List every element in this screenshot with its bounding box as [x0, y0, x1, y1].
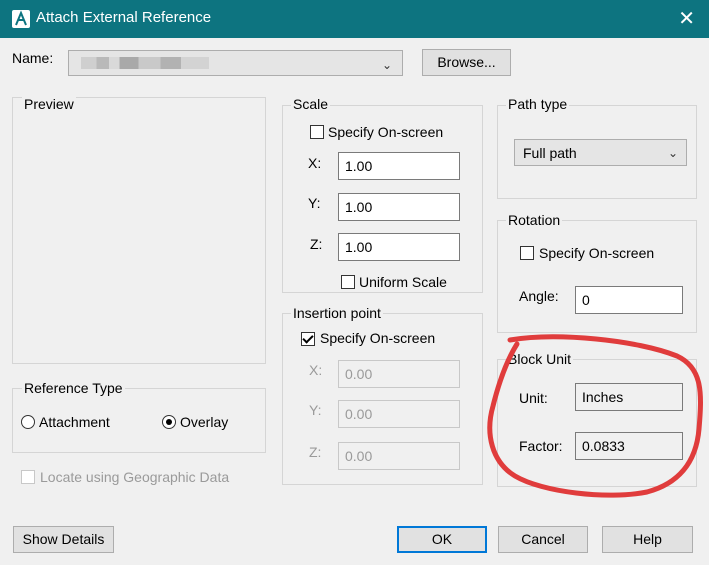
- insertion-x-input[interactable]: 0.00: [338, 360, 460, 388]
- scale-x-label: X:: [308, 155, 322, 171]
- insertion-y-input[interactable]: 0.00: [338, 400, 460, 428]
- rotation-specify-checkbox[interactable]: [520, 246, 534, 260]
- block-unit-group: [497, 359, 697, 487]
- preview-panel: [12, 97, 266, 364]
- name-blurred-text: [81, 57, 209, 69]
- angle-input[interactable]: 0: [575, 286, 683, 314]
- preview-title: Preview: [22, 96, 76, 112]
- insertion-specify-label: Specify On-screen: [320, 330, 436, 346]
- overlay-radio[interactable]: [162, 415, 176, 429]
- unit-label: Unit:: [519, 390, 548, 406]
- uniform-scale-checkbox[interactable]: [341, 275, 355, 289]
- scale-specify-checkbox[interactable]: [310, 125, 324, 139]
- insertion-y-label: Y:: [309, 402, 322, 418]
- insertion-z-input[interactable]: 0.00: [338, 442, 460, 470]
- path-type-dropdown[interactable]: Full path ⌄: [514, 139, 687, 166]
- locate-geo-checkbox[interactable]: [21, 470, 35, 484]
- rotation-title: Rotation: [506, 212, 563, 228]
- rotation-group: [497, 220, 697, 333]
- attachment-label[interactable]: Attachment: [39, 414, 110, 430]
- block-unit-title: Block Unit: [506, 351, 574, 367]
- factor-value: 0.0833: [575, 432, 683, 460]
- cancel-button[interactable]: Cancel: [498, 526, 588, 553]
- help-button[interactable]: Help: [602, 526, 693, 553]
- angle-label: Angle:: [519, 288, 559, 304]
- unit-value: Inches: [575, 383, 683, 411]
- insertion-point-title: Insertion point: [291, 305, 383, 321]
- path-type-title: Path type: [506, 96, 570, 112]
- scale-title: Scale: [291, 96, 331, 112]
- locate-geo-label: Locate using Geographic Data: [40, 469, 230, 485]
- insertion-specify-checkbox[interactable]: [301, 332, 315, 346]
- scale-z-input[interactable]: 1.00: [338, 233, 460, 261]
- window-title: Attach External Reference: [36, 9, 212, 26]
- title-bar: Attach External Reference ✕: [0, 0, 709, 38]
- name-dropdown[interactable]: ⌄: [68, 50, 403, 76]
- uniform-scale-label: Uniform Scale: [359, 274, 447, 290]
- scale-y-input[interactable]: 1.00: [338, 193, 460, 221]
- browse-button[interactable]: Browse...: [422, 49, 511, 76]
- show-details-button[interactable]: Show Details: [13, 526, 114, 553]
- chevron-down-icon: ⌄: [381, 58, 392, 72]
- scale-x-input[interactable]: 1.00: [338, 152, 460, 180]
- scale-y-label: Y:: [308, 195, 321, 211]
- overlay-label[interactable]: Overlay: [180, 414, 228, 430]
- name-label: Name:: [12, 50, 54, 66]
- autocad-icon: [12, 10, 30, 28]
- rotation-specify-label: Specify On-screen: [539, 245, 655, 261]
- insertion-z-label: Z:: [309, 444, 322, 460]
- path-type-value: Full path: [523, 145, 577, 161]
- close-icon[interactable]: ✕: [678, 6, 695, 31]
- chevron-down-icon: ⌄: [667, 146, 678, 160]
- ok-button[interactable]: OK: [397, 526, 487, 553]
- reference-type-title: Reference Type: [22, 380, 125, 396]
- attachment-radio[interactable]: [21, 415, 35, 429]
- scale-specify-label: Specify On-screen: [328, 124, 444, 140]
- factor-label: Factor:: [519, 438, 563, 454]
- insertion-x-label: X:: [309, 362, 323, 378]
- scale-z-label: Z:: [310, 236, 323, 252]
